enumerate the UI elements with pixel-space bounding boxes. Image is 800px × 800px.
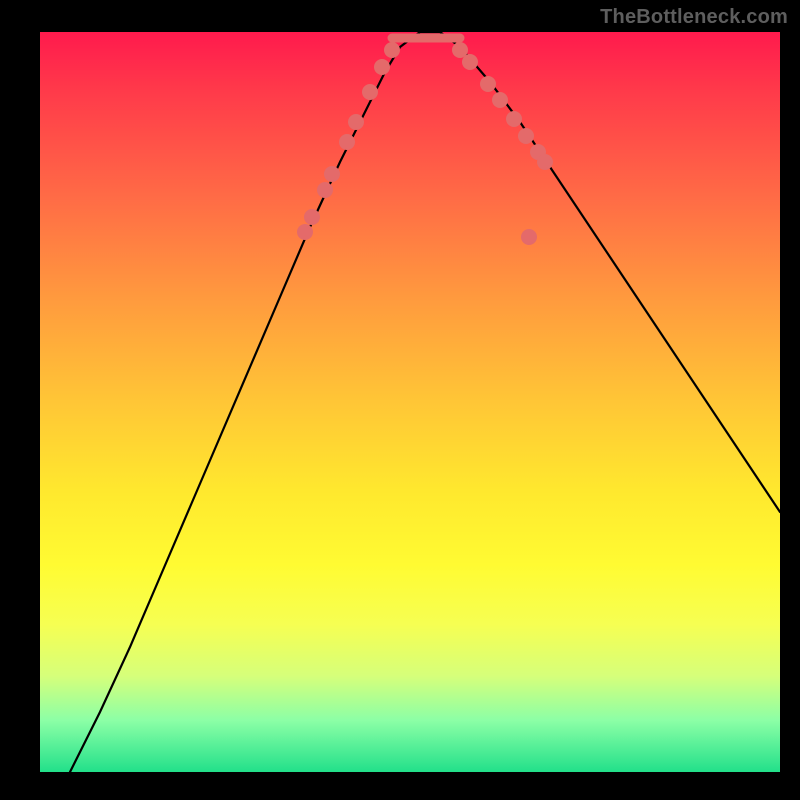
marker-dot <box>480 76 496 92</box>
marker-dot <box>462 54 478 70</box>
marker-dot <box>518 128 534 144</box>
chart-plot-area <box>40 32 780 772</box>
bottleneck-curve <box>70 32 780 772</box>
marker-dot <box>324 166 340 182</box>
marker-dot <box>297 224 313 240</box>
marker-dot <box>348 114 364 130</box>
marker-dot <box>506 111 522 127</box>
watermark-text: TheBottleneck.com <box>600 6 788 29</box>
marker-dot <box>339 134 355 150</box>
marker-dot <box>317 182 333 198</box>
marker-dot <box>374 59 390 75</box>
marker-dot <box>384 42 400 58</box>
chart-svg <box>40 32 780 772</box>
marker-dot <box>537 154 553 170</box>
chart-frame: TheBottleneck.com <box>0 0 800 800</box>
marker-dot <box>362 84 378 100</box>
marker-dot <box>521 229 537 245</box>
marker-dot <box>304 209 320 225</box>
marker-dot <box>492 92 508 108</box>
scatter-markers <box>297 42 553 245</box>
